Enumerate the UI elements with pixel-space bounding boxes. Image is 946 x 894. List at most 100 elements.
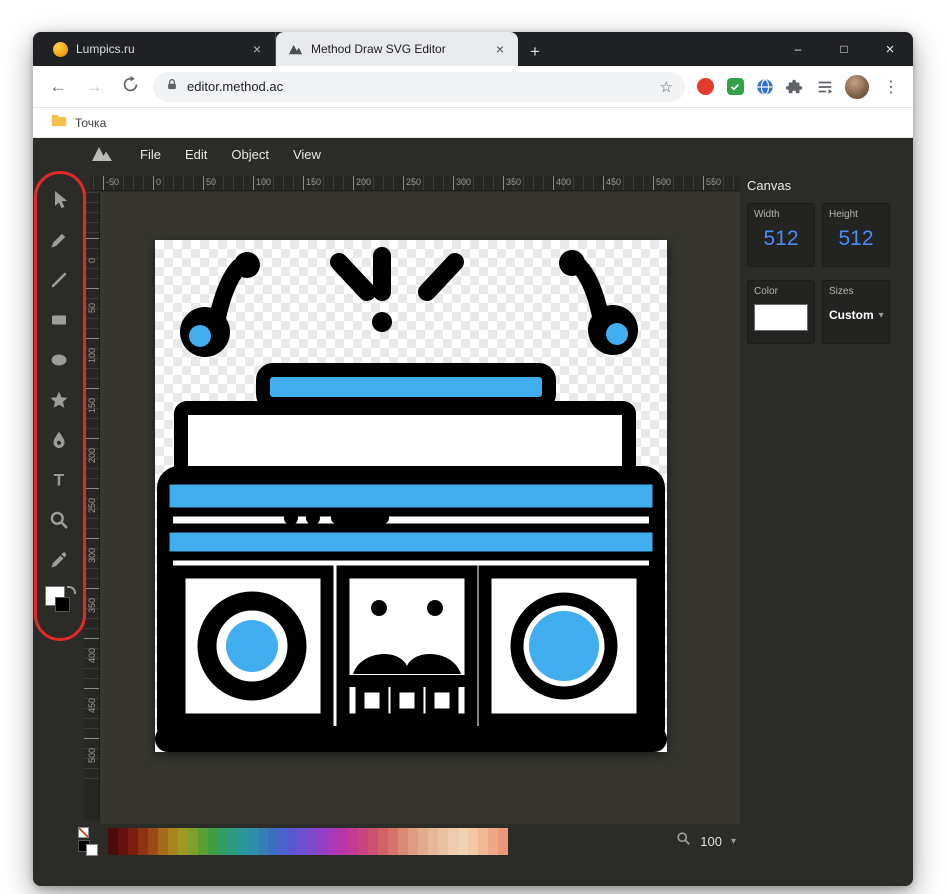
lock-icon <box>165 77 179 97</box>
white-color-swatch[interactable] <box>86 844 98 856</box>
select-tool[interactable] <box>35 180 82 220</box>
palette-swatch[interactable] <box>318 828 328 855</box>
palette-swatch[interactable] <box>368 828 378 855</box>
zoom-control[interactable]: 100 ▾ <box>676 831 736 851</box>
palette-swatch[interactable] <box>118 828 128 855</box>
none-color-swatch[interactable] <box>78 827 89 838</box>
width-value[interactable]: 512 <box>754 227 808 251</box>
palette-swatch[interactable] <box>308 828 318 855</box>
profile-avatar[interactable] <box>845 75 869 99</box>
ruler-label: -50 <box>103 176 153 191</box>
palette-swatch[interactable] <box>278 828 288 855</box>
ruler-label: 0 <box>153 176 203 191</box>
minimize-button[interactable]: – <box>775 32 821 66</box>
bookmark-item[interactable]: Точка <box>75 116 106 130</box>
palette-swatch[interactable] <box>248 828 258 855</box>
method-draw-logo-icon <box>91 144 113 164</box>
forward-button[interactable]: → <box>81 77 107 97</box>
new-tab-button[interactable]: + <box>518 38 552 66</box>
stroke-color-swatch[interactable] <box>55 597 70 612</box>
palette-swatch[interactable] <box>408 828 418 855</box>
palette-swatch[interactable] <box>358 828 368 855</box>
eyedropper-tool[interactable] <box>35 540 82 580</box>
tab-lumpics[interactable]: Lumpics.ru × <box>41 32 276 66</box>
sizes-dropdown[interactable]: Custom ▾ <box>829 308 883 322</box>
close-button[interactable]: × <box>867 32 913 66</box>
palette-swatch[interactable] <box>388 828 398 855</box>
tab-close-icon[interactable]: × <box>492 40 508 58</box>
palette-swatch[interactable] <box>188 828 198 855</box>
menu-view[interactable]: View <box>282 142 332 167</box>
url-text[interactable]: editor.method.ac <box>187 79 652 94</box>
sizes-box: Sizes Custom ▾ <box>822 280 890 344</box>
ruler-label: 500 <box>84 738 99 788</box>
palette-swatch[interactable] <box>338 828 348 855</box>
canvas-color-swatch[interactable] <box>754 304 808 331</box>
palette-swatch[interactable] <box>228 828 238 855</box>
palette-swatch[interactable] <box>298 828 308 855</box>
palette-swatch[interactable] <box>238 828 248 855</box>
tab-close-icon[interactable]: × <box>249 40 265 58</box>
palette-swatch[interactable] <box>328 828 338 855</box>
palette-swatch[interactable] <box>148 828 158 855</box>
menu-file[interactable]: File <box>129 142 172 167</box>
path-tool[interactable] <box>35 420 82 460</box>
palette-swatch[interactable] <box>488 828 498 855</box>
maximize-button[interactable]: □ <box>821 32 867 66</box>
reading-list-icon[interactable] <box>815 77 835 97</box>
text-tool[interactable]: T <box>35 460 82 500</box>
extension-adblock-icon[interactable] <box>695 77 715 97</box>
palette-swatch[interactable] <box>128 828 138 855</box>
palette-swatch[interactable] <box>398 828 408 855</box>
palette-swatch[interactable] <box>458 828 468 855</box>
rectangle-tool[interactable] <box>35 300 82 340</box>
back-button[interactable]: ← <box>45 77 71 97</box>
palette-swatch[interactable] <box>108 828 118 855</box>
height-value[interactable]: 512 <box>829 227 883 251</box>
ellipse-tool[interactable] <box>35 340 82 380</box>
palette-swatch[interactable] <box>288 828 298 855</box>
height-label: Height <box>829 209 883 220</box>
reload-button[interactable] <box>117 76 143 98</box>
palette-swatch[interactable] <box>438 828 448 855</box>
fill-stroke-colors[interactable] <box>35 580 82 624</box>
swap-colors-icon[interactable] <box>67 586 76 594</box>
line-tool[interactable] <box>35 260 82 300</box>
palette-swatch[interactable] <box>378 828 388 855</box>
tab-method-draw[interactable]: Method Draw SVG Editor × <box>276 32 518 66</box>
pencil-tool[interactable] <box>35 220 82 260</box>
ruler-label: 200 <box>84 438 99 488</box>
palette-swatch[interactable] <box>258 828 268 855</box>
extension-antivirus-icon[interactable] <box>725 77 745 97</box>
palette-swatch[interactable] <box>158 828 168 855</box>
zoom-tool[interactable] <box>35 500 82 540</box>
palette-swatch[interactable] <box>418 828 428 855</box>
browser-menu-icon[interactable]: ⋮ <box>879 77 903 97</box>
ruler-label: 450 <box>603 176 653 191</box>
palette-swatch[interactable] <box>478 828 488 855</box>
menu-edit[interactable]: Edit <box>174 142 218 167</box>
palette-swatch[interactable] <box>178 828 188 855</box>
svg-canvas[interactable] <box>155 240 667 752</box>
palette-swatch[interactable] <box>138 828 148 855</box>
palette-swatch[interactable] <box>208 828 218 855</box>
address-bar[interactable]: editor.method.ac ☆ <box>153 72 685 102</box>
zoom-caret-icon[interactable]: ▾ <box>731 836 736 847</box>
extensions-puzzle-icon[interactable] <box>785 77 805 97</box>
palette-swatch[interactable] <box>428 828 438 855</box>
zoom-value[interactable]: 100 <box>700 834 722 849</box>
palette-swatch[interactable] <box>218 828 228 855</box>
palette-swatch[interactable] <box>348 828 358 855</box>
palette-swatch[interactable] <box>468 828 478 855</box>
palette-swatch[interactable] <box>198 828 208 855</box>
palette-swatch[interactable] <box>268 828 278 855</box>
extension-vpn-globe-icon[interactable] <box>755 77 775 97</box>
menu-object[interactable]: Object <box>220 142 280 167</box>
ruler-label: 400 <box>84 638 99 688</box>
palette-swatch[interactable] <box>168 828 178 855</box>
star-tool[interactable] <box>35 380 82 420</box>
palette-swatch[interactable] <box>498 828 508 855</box>
bookmark-star-icon[interactable]: ☆ <box>660 78 673 96</box>
workspace[interactable] <box>100 192 740 824</box>
palette-swatch[interactable] <box>448 828 458 855</box>
